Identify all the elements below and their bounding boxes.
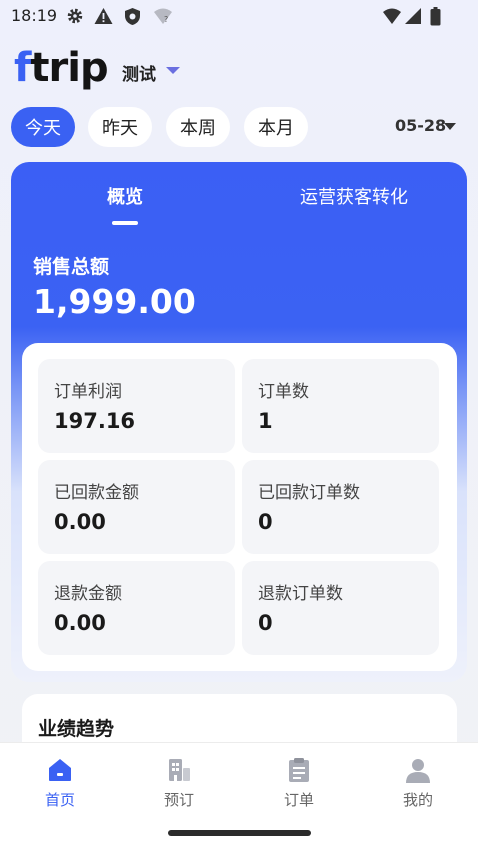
metric-value: 0.00 (54, 510, 106, 534)
app-logo: ftrip (14, 44, 109, 92)
status-bar: 18:19 ? (0, 0, 478, 34)
home-indicator[interactable] (168, 830, 311, 836)
date-selector[interactable]: 05-28 (395, 116, 446, 135)
tab-overview[interactable]: 概览 (107, 183, 143, 209)
chip-today[interactable]: 今天 (11, 107, 75, 147)
tab-indicator (112, 221, 138, 225)
nav-label: 首页 (44, 791, 75, 809)
gear-icon (66, 7, 84, 29)
wifi-question-icon: ? (153, 7, 173, 29)
logo-f: f (14, 45, 31, 91)
metric-label: 退款订单数 (258, 584, 343, 604)
chip-this-week[interactable]: 本周 (166, 107, 230, 147)
caret-down-icon[interactable] (166, 67, 180, 74)
nav-label: 我的 (402, 791, 433, 809)
metric-value: 1 (258, 409, 273, 433)
trend-title: 业绩趋势 (38, 718, 115, 740)
metric-refund-amount: 退款金额 0.00 (38, 561, 235, 655)
metric-label: 退款金额 (54, 584, 122, 604)
metric-value: 0.00 (54, 611, 106, 635)
metric-collected-orders: 已回款订单数 0 (242, 460, 439, 554)
metric-label: 订单数 (258, 382, 309, 402)
battery-icon (430, 7, 441, 30)
metric-value: 0 (258, 510, 273, 534)
user-icon (406, 759, 430, 783)
total-sales-label: 销售总额 (33, 256, 110, 278)
nav-label: 预订 (163, 791, 194, 809)
nav-profile[interactable]: 我的 (378, 757, 458, 810)
metric-label: 已回款订单数 (258, 483, 360, 503)
chip-this-month[interactable]: 本月 (244, 107, 308, 147)
nav-orders[interactable]: 订单 (259, 757, 339, 810)
nav-label: 订单 (283, 791, 314, 809)
status-time: 18:19 (11, 6, 58, 25)
logo-text: trip (30, 45, 108, 91)
metric-value: 197.16 (54, 409, 136, 433)
building-icon (169, 759, 190, 781)
metric-value: 0 (258, 611, 273, 635)
chip-yesterday[interactable]: 昨天 (88, 107, 152, 147)
clipboard-icon (289, 758, 309, 782)
metric-label: 已回款金额 (54, 483, 139, 503)
metrics-panel: 订单利润 197.16 订单数 1 已回款金额 0.00 已回款订单数 0 退款… (22, 343, 457, 671)
metric-label: 订单利润 (54, 382, 122, 402)
caret-down-icon[interactable] (444, 123, 456, 130)
metric-refund-orders: 退款订单数 0 (242, 561, 439, 655)
nav-home[interactable]: 首页 (20, 757, 100, 810)
total-sales-value: 1,999.00 (33, 282, 196, 321)
metric-order-profit: 订单利润 197.16 (38, 359, 235, 453)
warning-icon (94, 7, 113, 29)
metric-order-count: 订单数 1 (242, 359, 439, 453)
environment-selector[interactable]: 测试 (122, 60, 156, 85)
nav-booking[interactable]: 预订 (139, 757, 219, 810)
signal-icon (404, 7, 422, 29)
metric-collected-amount: 已回款金额 0.00 (38, 460, 235, 554)
wifi-icon (382, 7, 402, 29)
tab-acquisition-conversion[interactable]: 运营获客转化 (300, 183, 408, 209)
svg-text:?: ? (164, 15, 168, 24)
shield-icon (124, 7, 141, 30)
home-icon (49, 759, 71, 781)
